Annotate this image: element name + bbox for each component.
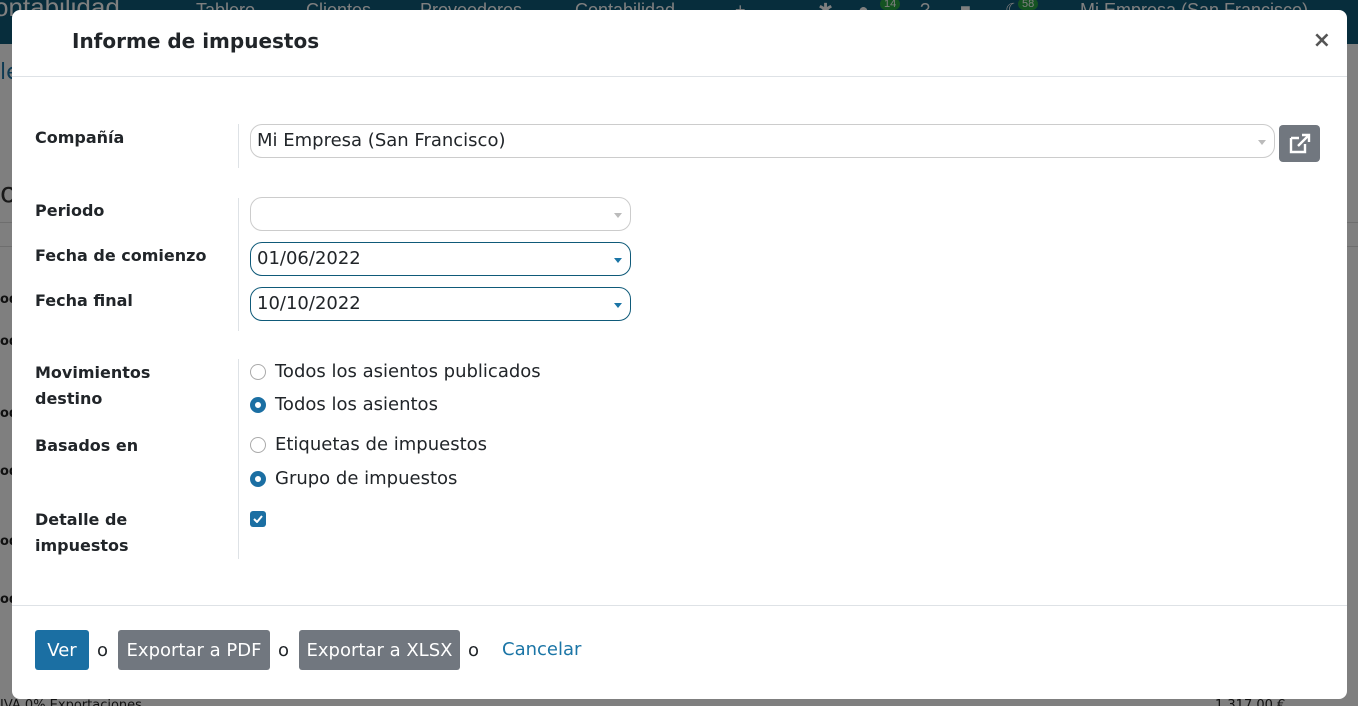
company-select-value: Mi Empresa (San Francisco) xyxy=(257,130,506,151)
radio-button[interactable] xyxy=(250,363,266,380)
company-label: Compañía xyxy=(35,128,125,147)
start-date-value: 01/06/2022 xyxy=(257,248,361,269)
radio-button-selected[interactable] xyxy=(250,470,266,487)
end-date-value: 10/10/2022 xyxy=(257,293,361,314)
radio-all-moves[interactable]: Todos los asientos xyxy=(250,394,438,415)
start-date-label: Fecha de comienzo xyxy=(35,246,207,265)
radio-label: Todos los asientos xyxy=(275,394,438,415)
based-on-label: Basados en xyxy=(35,436,139,455)
dialog-title: Informe de impuestos xyxy=(72,29,320,53)
radio-button[interactable] xyxy=(250,436,266,453)
radio-posted-moves[interactable]: Todos los asientos publicados xyxy=(250,361,541,382)
chevron-down-icon xyxy=(614,213,622,218)
period-label: Periodo xyxy=(35,201,105,220)
radio-tax-group[interactable]: Grupo de impuestos xyxy=(250,468,457,489)
tax-detail-checkbox[interactable] xyxy=(250,511,266,527)
external-link-icon xyxy=(1289,133,1310,153)
start-date-input[interactable]: 01/06/2022 xyxy=(250,242,631,276)
target-moves-label: Movimientos destino xyxy=(35,363,151,408)
radio-label: Todos los asientos publicados xyxy=(275,361,541,382)
close-icon[interactable]: × xyxy=(1313,28,1331,53)
separator-text: o xyxy=(278,640,290,661)
radio-label: Etiquetas de impuestos xyxy=(275,434,488,455)
dialog-footer: Ver o Exportar a PDF o Exportar a XLSX o… xyxy=(12,605,1347,699)
field-divider xyxy=(238,124,239,168)
chevron-down-icon xyxy=(614,258,622,263)
tax-report-dialog: Informe de impuestos × Compañía Mi Empre… xyxy=(12,10,1347,699)
dialog-header: Informe de impuestos × xyxy=(12,10,1347,77)
separator-text: o xyxy=(468,640,480,661)
check-icon xyxy=(253,515,263,523)
radio-button-selected[interactable] xyxy=(250,396,266,413)
view-button[interactable]: Ver xyxy=(35,630,89,670)
tax-detail-label: Detalle de impuestos xyxy=(35,510,129,555)
chevron-down-icon xyxy=(614,303,622,308)
export-xlsx-button[interactable]: Exportar a XLSX xyxy=(299,630,460,670)
separator-text: o xyxy=(97,640,109,661)
chevron-down-icon xyxy=(1258,140,1266,145)
company-select[interactable]: Mi Empresa (San Francisco) xyxy=(250,124,1275,158)
radio-label: Grupo de impuestos xyxy=(275,468,458,489)
export-pdf-button[interactable]: Exportar a PDF xyxy=(118,630,270,670)
end-date-input[interactable]: 10/10/2022 xyxy=(250,287,631,321)
period-select[interactable] xyxy=(250,197,631,231)
end-date-label: Fecha final xyxy=(35,291,133,310)
cancel-link[interactable]: Cancelar xyxy=(502,639,581,660)
radio-tax-tags[interactable]: Etiquetas de impuestos xyxy=(250,434,487,455)
field-divider xyxy=(238,359,239,559)
external-link-button[interactable] xyxy=(1279,125,1320,162)
field-divider xyxy=(238,198,239,331)
